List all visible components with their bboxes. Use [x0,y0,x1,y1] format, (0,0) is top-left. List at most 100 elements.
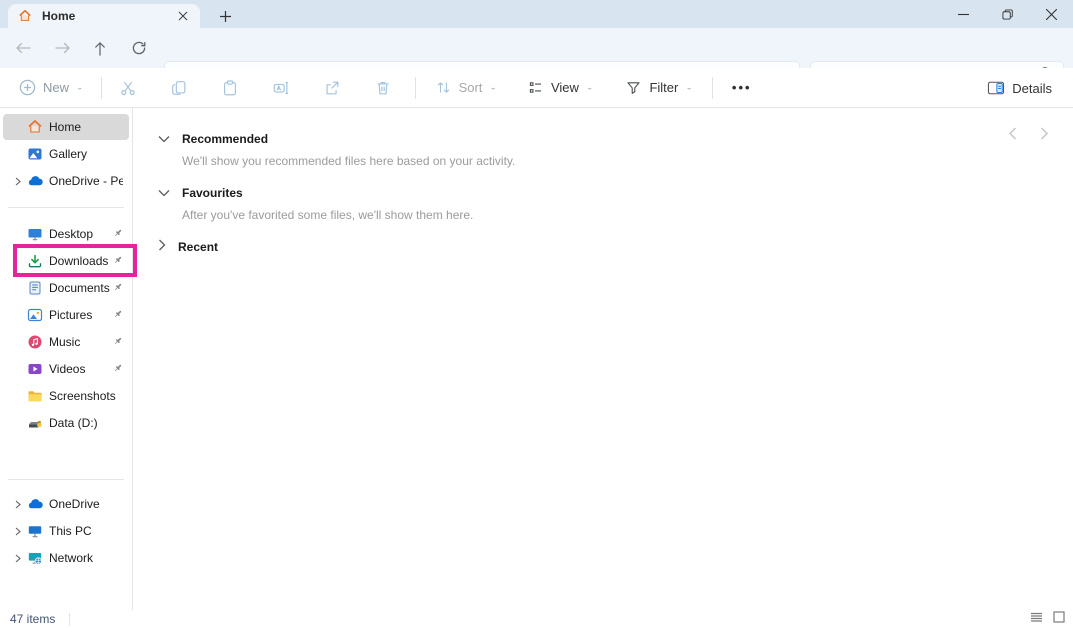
back-button[interactable] [9,37,37,59]
sidebar-item-videos[interactable]: Videos [3,356,129,382]
chevron-down-icon: ⌄ [489,83,497,92]
chevron-down-icon[interactable] [158,184,170,202]
view-icon [527,79,544,96]
sidebar-item-label: Network [49,551,93,565]
sidebar-divider [8,479,124,480]
sidebar-item-pictures[interactable]: Pictures [3,302,129,328]
chevron-down-icon[interactable] [158,130,170,148]
chevron-right-icon[interactable] [158,238,166,256]
chevron-down-icon: ⌄ [586,83,594,92]
section-favourites-header[interactable]: Favourites [158,182,1057,204]
section-recent-header[interactable]: Recent [158,236,1057,258]
delete-button[interactable] [365,72,401,104]
recommended-carousel-nav [1005,126,1051,140]
sidebar-item-network[interactable]: Network [3,545,129,571]
chevron-down-icon: ⌄ [685,83,693,92]
sidebar-item-documents[interactable]: Documents [3,275,129,301]
sidebar-item-onedrive[interactable]: OneDrive [3,491,129,517]
items-count: 47 items [10,612,55,626]
section-recommended-header[interactable]: Recommended [158,128,1057,150]
large-icons-view-icon[interactable] [1053,610,1065,628]
downloads-icon [27,253,43,269]
minimize-button[interactable] [941,0,985,28]
window-controls [941,0,1073,28]
restore-button[interactable] [985,0,1029,28]
cut-button[interactable] [110,72,146,104]
share-button[interactable] [314,72,350,104]
toolbar-separator [415,77,416,99]
rename-icon [272,79,290,97]
section-recommended-description: We'll show you recommended files here ba… [158,154,1057,168]
sidebar-item-downloads[interactable]: Downloads [3,248,129,274]
tab-home[interactable]: Home [8,4,200,28]
see-more-button[interactable]: ••• [723,72,761,104]
new-button[interactable]: New ⌄ [10,72,93,104]
sidebar-item-desktop[interactable]: Desktop [3,221,129,247]
section-title: Recommended [182,132,268,146]
sidebar-item-onedrive-personal[interactable]: OneDrive - Persona [3,168,129,194]
share-icon [323,79,341,97]
pin-icon [113,279,123,297]
gallery-icon [27,146,43,162]
chevron-right-icon[interactable] [9,527,27,536]
chevron-left-icon[interactable] [1005,126,1019,140]
copy-button[interactable] [161,72,197,104]
chevron-right-icon[interactable] [9,554,27,563]
sidebar-divider [8,207,124,208]
status-bar: 47 items [0,610,1073,628]
chevron-down-icon: ⌄ [76,83,84,92]
sidebar-item-this-pc[interactable]: This PC [3,518,129,544]
chevron-right-icon[interactable] [9,500,27,509]
details-pane-button[interactable]: Details [978,72,1061,104]
pin-icon [113,360,123,378]
paste-icon [221,79,239,97]
chevron-right-icon[interactable] [9,177,27,186]
chevron-right-icon[interactable] [1037,126,1051,140]
navigation-pane: Home Gallery OneDrive - Persona [0,108,133,610]
delete-icon [374,79,392,97]
onedrive-icon [27,173,43,189]
pin-icon [113,333,123,351]
pictures-icon [27,307,43,323]
toolbar-separator [712,77,713,99]
documents-icon [27,280,43,296]
content-area: Recommended We'll show you recommended f… [133,108,1073,610]
details-panel-icon [987,80,1005,96]
paste-button[interactable] [212,72,248,104]
copy-icon [170,79,188,97]
sidebar-item-music[interactable]: Music [3,329,129,355]
file-explorer-window: Home [0,0,1073,628]
sidebar-item-gallery[interactable]: Gallery [3,141,129,167]
sidebar-item-label: Videos [49,362,85,376]
sidebar-item-data-d[interactable]: Data (D:) [3,410,129,436]
sidebar-item-home[interactable]: Home [3,114,129,140]
new-tab-button[interactable] [216,7,234,25]
cut-icon [119,79,137,97]
network-icon [27,550,43,566]
filter-icon [625,79,642,96]
forward-button[interactable] [49,37,77,59]
sidebar-item-label: Documents [49,281,110,295]
sidebar-item-label: Data (D:) [49,416,98,430]
command-bar: New ⌄ Sort ⌄ View ⌄ [0,68,1073,108]
sort-button[interactable]: Sort ⌄ [426,72,506,104]
close-button[interactable] [1029,0,1073,28]
this-pc-icon [27,523,43,539]
sidebar-item-label: Desktop [49,227,93,241]
sidebar-item-label: OneDrive [49,497,100,511]
more-icon: ••• [732,80,752,95]
view-button[interactable]: View ⌄ [518,72,603,104]
tab-close-button[interactable] [174,7,192,25]
refresh-button[interactable] [125,37,153,59]
sidebar-item-label: Music [49,335,80,349]
rename-button[interactable] [263,72,299,104]
up-button[interactable] [86,37,114,59]
music-icon [27,334,43,350]
sidebar-item-screenshots[interactable]: Screenshots [3,383,129,409]
filter-button-label: Filter [649,80,678,95]
section-favourites-description: After you've favorited some files, we'll… [158,208,1057,222]
sidebar-item-label: Screenshots [49,389,116,403]
filter-button[interactable]: Filter ⌄ [616,72,701,104]
details-view-icon[interactable] [1030,610,1043,628]
home-icon [18,8,34,24]
